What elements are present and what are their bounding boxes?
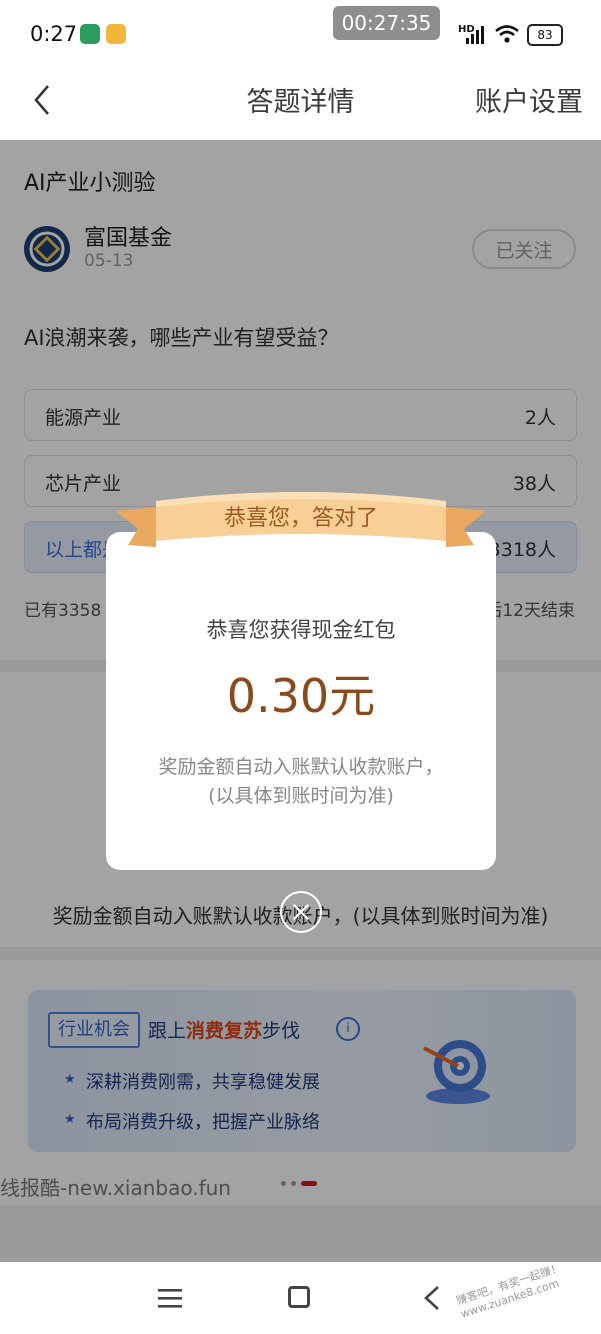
wifi-icon (495, 25, 519, 43)
modal-title: 恭喜您，答对了 (223, 506, 378, 531)
status-time: 0:27 (30, 22, 78, 46)
screen-record-timer: 00:27:35 (333, 6, 440, 40)
close-icon[interactable] (280, 891, 322, 933)
modal-subtitle: 恭喜您获得现金红包 (206, 618, 396, 642)
reward-amount: 0.30元 (226, 669, 376, 723)
notes-app-icon (106, 24, 126, 44)
account-settings-link[interactable]: 账户设置 (475, 80, 583, 119)
battery-icon: 83 (527, 24, 563, 46)
menu-icon[interactable] (158, 1288, 182, 1308)
system-back-icon[interactable] (420, 1284, 444, 1312)
shield-app-icon (80, 24, 100, 44)
home-icon[interactable] (288, 1286, 310, 1308)
modal-note: 奖励金额自动入账默认收款账户， (158, 756, 444, 778)
modal-note-secondary: (以具体到账时间为准) (208, 785, 394, 807)
signal-icon (466, 26, 484, 44)
